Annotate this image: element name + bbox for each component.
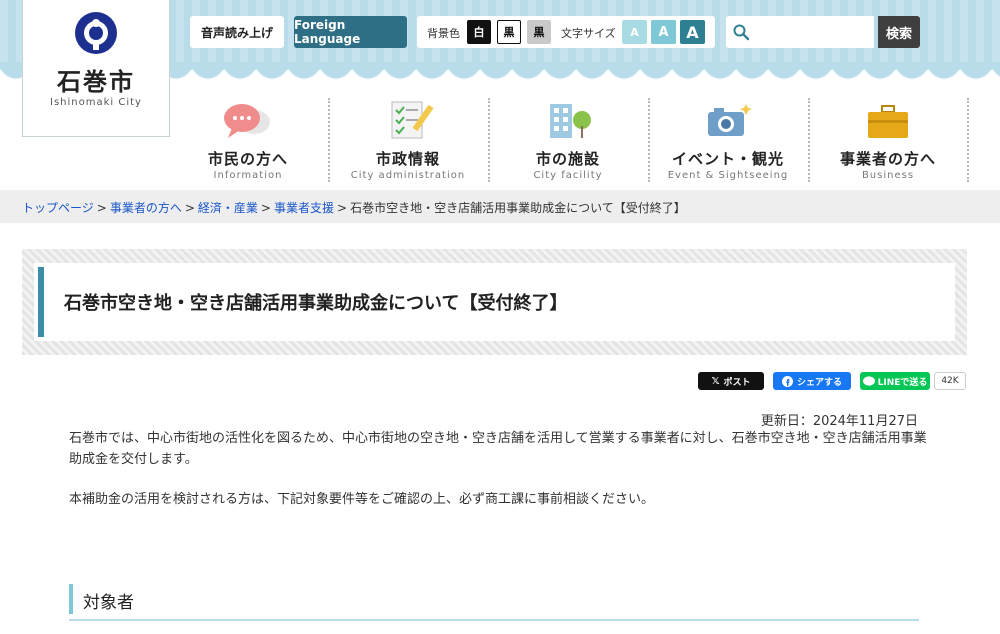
font-size-label: 文字サイズ xyxy=(561,27,616,40)
global-nav: 市民の方へ Information 市政情報 City administrati… xyxy=(168,94,969,186)
nav-item-administration[interactable]: 市政情報 City administration xyxy=(328,94,488,186)
nav-label: イベント・観光 xyxy=(671,150,784,168)
line-icon xyxy=(862,375,875,386)
nav-label: 市民の方へ xyxy=(207,150,288,168)
page-title: 石巻市空き地・空き店舗活用事業助成金について【受付終了】 xyxy=(64,293,568,314)
breadcrumb-separator: > xyxy=(184,201,195,215)
breadcrumb-separator: > xyxy=(337,201,348,215)
bg-color-label: 背景色 xyxy=(427,27,460,40)
line-send-button[interactable]: LINEで送る xyxy=(860,372,930,390)
x-post-label: ポスト xyxy=(723,377,751,388)
facebook-icon xyxy=(781,375,793,387)
updated-date: 更新日：2024年11月27日 xyxy=(760,414,918,429)
foreign-language-button[interactable]: Foreign Language xyxy=(294,16,407,48)
bg-white-button[interactable]: 白 xyxy=(467,20,491,44)
document-pen-icon xyxy=(391,101,434,139)
font-size-small-button[interactable]: A xyxy=(622,20,647,44)
section-heading-bar xyxy=(69,584,73,614)
nav-sub-label: City administration xyxy=(350,170,466,181)
nav-sub-label: Information xyxy=(213,170,283,181)
title-box: 石巻市空き地・空き店舗活用事業助成金について【受付終了】 xyxy=(34,263,955,341)
section-heading-text: 対象者 xyxy=(83,593,134,613)
title-frame: 石巻市空き地・空き店舗活用事業助成金について【受付終了】 xyxy=(22,249,967,355)
font-size-medium-button[interactable]: A xyxy=(651,20,676,44)
section-heading: 対象者 xyxy=(69,584,919,622)
camera-icon xyxy=(708,104,752,136)
search-input[interactable] xyxy=(754,20,870,46)
city-name-en: Ishinomaki City xyxy=(50,97,142,108)
title-accent-bar xyxy=(38,267,44,337)
search-icon xyxy=(733,24,750,41)
breadcrumb: トップページ > 事業者の方へ > 経済・産業 > 事業者支援 > 石巻市空き地・空き店舗活用事… xyxy=(22,199,686,216)
breadcrumb-current: 石巻市空き地・空き店舗活用事業助成金について【受付終了】 xyxy=(350,201,686,215)
nav-sub-label: Event & Sightseeing xyxy=(667,170,789,181)
section-heading-rule xyxy=(69,619,919,621)
consultation-paragraph: 本補助金の活用を検討される方は、下記対象要件等をご確認の上、必ず商工課に事前相談… xyxy=(69,492,655,507)
intro-paragraph: 石巻市では、中心市街地の活性化を図るため、中心市街地の空き地・空き店舗を活用して… xyxy=(69,431,927,467)
line-send-label: LINEで送る xyxy=(877,377,928,388)
breadcrumb-link-business[interactable]: 事業者の方へ xyxy=(110,201,182,215)
x-post-button[interactable]: 𝕏 ポスト xyxy=(698,372,764,390)
breadcrumb-separator: > xyxy=(96,201,107,215)
city-emblem-icon xyxy=(75,12,117,54)
breadcrumb-link-economy[interactable]: 経済・産業 xyxy=(198,201,258,215)
facebook-share-label: シェアする xyxy=(796,377,842,388)
nav-label: 市の施設 xyxy=(535,150,600,168)
speech-bubble-icon xyxy=(224,104,270,138)
breadcrumb-separator: > xyxy=(260,201,271,215)
bg-black-button[interactable]: 黒 xyxy=(497,20,521,44)
nav-item-citizens[interactable]: 市民の方へ Information xyxy=(168,94,328,186)
nav-sub-label: City facility xyxy=(533,170,603,181)
voice-reading-button[interactable]: 音声読み上げ xyxy=(190,16,284,48)
facebook-share-button[interactable]: シェアする xyxy=(773,372,851,390)
nav-item-business[interactable]: 事業者の方へ Business xyxy=(808,94,969,186)
city-name: 石巻市 xyxy=(57,68,135,96)
nav-label: 事業者の方へ xyxy=(839,150,936,168)
nav-item-events[interactable]: イベント・観光 Event & Sightseeing xyxy=(648,94,808,186)
site-logo[interactable]: 石巻市 Ishinomaki City xyxy=(22,0,170,137)
bg-gray-button[interactable]: 黒 xyxy=(527,20,551,44)
breadcrumb-link-support[interactable]: 事業者支援 xyxy=(274,201,334,215)
font-size-large-button[interactable]: A xyxy=(680,20,705,44)
breadcrumb-link-top[interactable]: トップページ xyxy=(22,201,94,215)
briefcase-icon xyxy=(868,105,908,138)
x-icon: 𝕏 xyxy=(711,375,720,387)
nav-sub-label: Business xyxy=(861,170,915,181)
building-tree-icon xyxy=(550,104,591,138)
breadcrumb-bar: トップページ > 事業者の方へ > 経済・産業 > 事業者支援 > 石巻市空き地・空き店舗活用事… xyxy=(0,190,1000,223)
nav-label: 市政情報 xyxy=(375,150,440,168)
display-settings-panel: 背景色 白 黒 黒 文字サイズ A A A xyxy=(417,16,715,48)
search-button[interactable]: 検索 xyxy=(878,16,920,48)
nav-item-facility[interactable]: 市の施設 City facility xyxy=(488,94,648,186)
search-box xyxy=(726,16,874,48)
share-count-badge: 42K xyxy=(934,372,966,390)
